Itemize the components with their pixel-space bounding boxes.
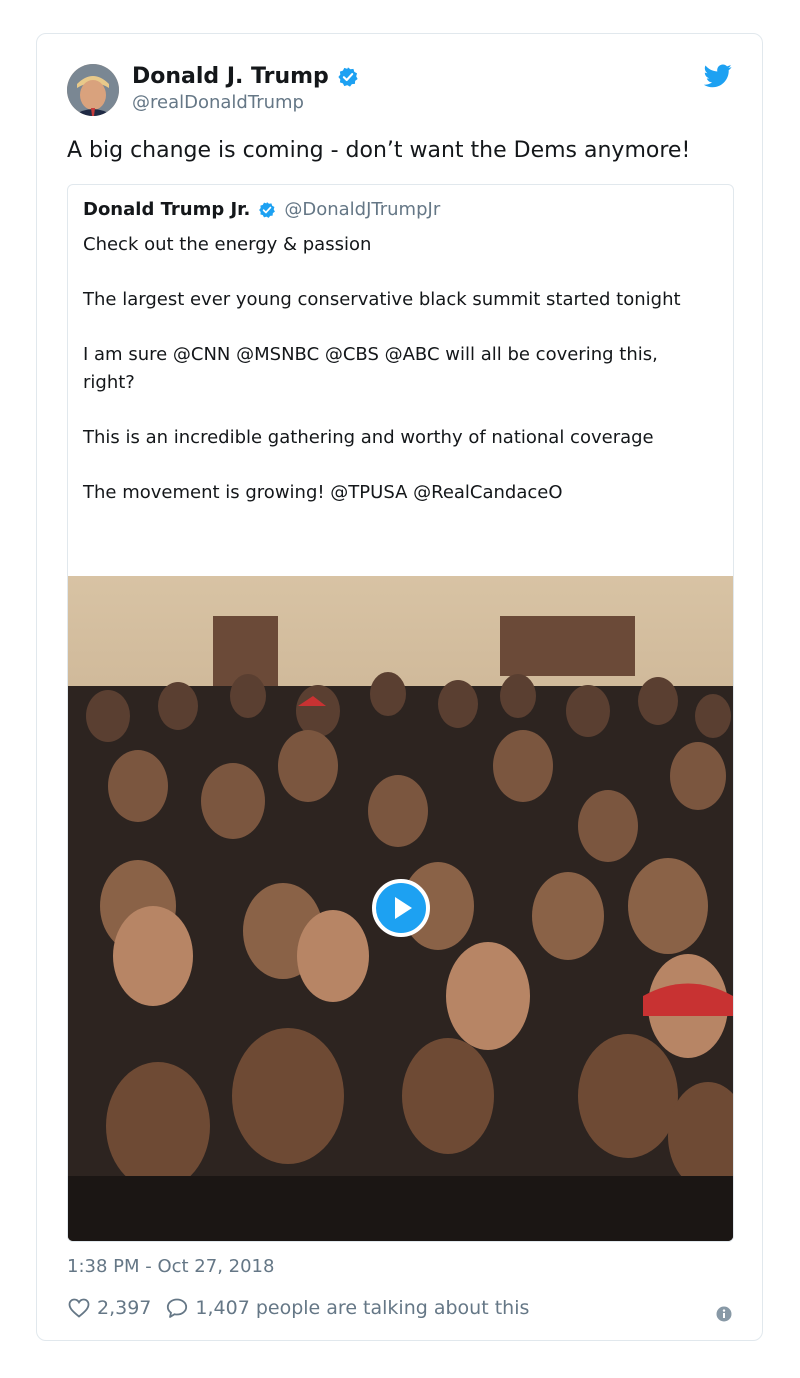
video-thumbnail[interactable] (68, 576, 733, 1241)
conversation-count[interactable]: 1,407 people are talking about this (195, 1297, 529, 1319)
tweet-text: A big change is coming - don’t want the … (67, 138, 691, 163)
comment-icon[interactable] (165, 1296, 189, 1320)
quoted-author-handle: @DonaldJTrumpJr (284, 199, 441, 220)
quoted-tweet[interactable]: Donald Trump Jr. @DonaldJTrumpJr Check o… (67, 184, 734, 1242)
quoted-tweet-header: Donald Trump Jr. @DonaldJTrumpJr (83, 199, 440, 220)
author-name[interactable]: Donald J. Trump (132, 64, 329, 89)
verified-badge-icon (259, 201, 276, 218)
quoted-paragraph: Check out the energy & passion (83, 234, 372, 255)
author-avatar[interactable] (67, 64, 119, 116)
quoted-author-name: Donald Trump Jr. (83, 199, 251, 220)
quoted-paragraph: This is an incredible gathering and wort… (83, 427, 654, 448)
avatar-image (67, 64, 119, 116)
quoted-paragraph: I am sure @CNN @MSNBC @CBS @ABC will all… (83, 344, 658, 393)
heart-icon[interactable] (67, 1296, 91, 1320)
info-icon[interactable] (716, 1306, 732, 1322)
quoted-tweet-text: Check out the energy & passion The large… (83, 231, 713, 534)
twitter-bird-icon[interactable] (704, 64, 732, 88)
verified-badge-icon (338, 66, 358, 87)
quoted-paragraph: The largest ever young conservative blac… (83, 289, 681, 310)
author-name-row[interactable]: Donald J. Trump (132, 64, 359, 89)
like-count[interactable]: 2,397 (97, 1297, 151, 1319)
play-icon[interactable] (372, 879, 430, 937)
author-handle[interactable]: @realDonaldTrump (132, 92, 304, 113)
quoted-paragraph: The movement is growing! @TPUSA @RealCan… (83, 482, 563, 503)
tweet-embed-card: Donald J. Trump @realDonaldTrump A big c… (36, 33, 763, 1341)
tweet-timestamp[interactable]: 1:38 PM - Oct 27, 2018 (67, 1256, 274, 1277)
tweet-actions: 2,397 1,407 people are talking about thi… (67, 1296, 529, 1320)
